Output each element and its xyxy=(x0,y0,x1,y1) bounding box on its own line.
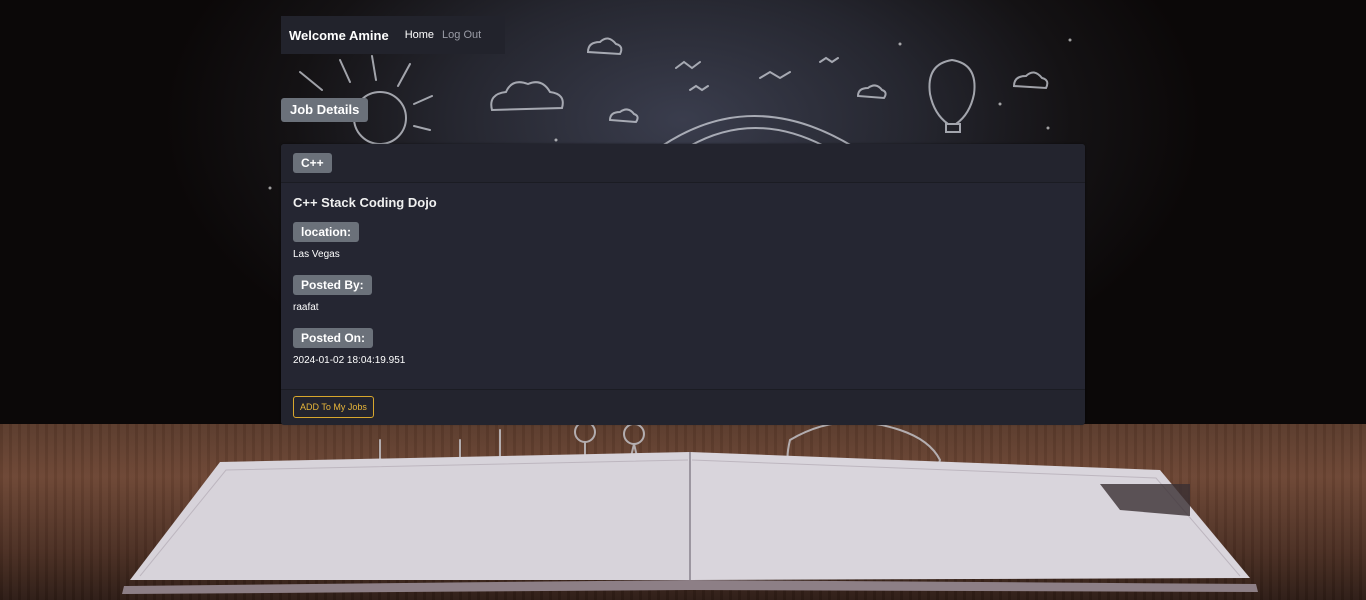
job-card: C++ C++ Stack Coding Dojo location: Las … xyxy=(281,144,1085,425)
nav-link-home[interactable]: Home xyxy=(405,29,434,41)
posted-on-label: Posted On: xyxy=(293,328,374,348)
location-value: Las Vegas xyxy=(293,249,340,260)
job-card-header: C++ xyxy=(281,144,1085,183)
nav-link-logout[interactable]: Log Out xyxy=(442,29,481,41)
category-badge: C++ xyxy=(293,153,332,173)
location-label-wrap: location: xyxy=(293,222,1073,242)
page-title: Job Details xyxy=(281,98,369,122)
posted-by-label: Posted By: xyxy=(293,275,372,295)
posted-by-value: raafat xyxy=(293,302,319,313)
job-card-footer: ADD To My Jobs xyxy=(281,389,1085,425)
navbar: Welcome Amine Home Log Out xyxy=(281,16,505,54)
location-label: location: xyxy=(293,222,359,242)
navbar-brand[interactable]: Welcome Amine xyxy=(289,28,389,43)
posted-on-value: 2024-01-02 18:04:19.951 xyxy=(293,355,406,366)
add-to-my-jobs-button[interactable]: ADD To My Jobs xyxy=(293,396,374,418)
job-title: C++ Stack Coding Dojo xyxy=(293,195,437,210)
job-card-body: C++ Stack Coding Dojo location: Las Vega… xyxy=(281,183,1085,367)
posted-by-label-wrap: Posted By: xyxy=(293,275,1073,295)
posted-on-label-wrap: Posted On: xyxy=(293,328,1073,348)
